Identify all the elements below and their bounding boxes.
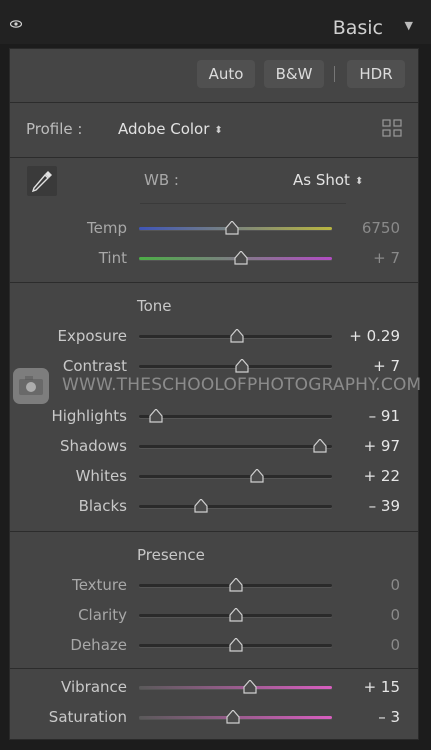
wb-underline <box>140 203 346 204</box>
wb-dropdown[interactable]: As Shot ⬍ <box>293 171 363 189</box>
wb-label: WB : <box>144 171 179 189</box>
vibrance-slider-track[interactable] <box>139 686 332 689</box>
saturation-slider-thumb[interactable] <box>225 710 240 724</box>
whites-label: Whites <box>75 467 127 485</box>
texture-label: Texture <box>72 576 127 594</box>
white-balance-eyedropper-icon[interactable] <box>27 166 57 196</box>
watermark-overlay: WWW.THESCHOOLOFPHOTOGRAPHY.COM <box>12 367 422 407</box>
profile-dropdown[interactable]: Adobe Color ⬍ <box>118 120 223 138</box>
blacks-label: Blacks <box>78 497 127 515</box>
whites-value[interactable]: + 22 <box>364 467 400 485</box>
shadows-value[interactable]: + 97 <box>364 437 400 455</box>
temp-slider-thumb[interactable] <box>225 221 239 235</box>
panel-header[interactable]: Basic ▼ <box>0 0 431 44</box>
profile-browser-grid-icon[interactable] <box>382 119 402 137</box>
temp-value[interactable]: 6750 <box>362 219 400 237</box>
highlights-slider-thumb[interactable] <box>149 409 163 423</box>
tint-value[interactable]: + 7 <box>373 249 400 267</box>
texture-slider-thumb[interactable] <box>228 578 243 592</box>
button-divider <box>334 66 335 82</box>
blacks-slider-track[interactable] <box>139 505 332 508</box>
vibrance-slider-thumb[interactable] <box>243 680 257 694</box>
panel-title: Basic <box>332 17 383 39</box>
auto-button[interactable]: Auto <box>197 60 255 88</box>
blacks-value[interactable]: – 39 <box>369 497 400 515</box>
texture-value[interactable]: 0 <box>390 576 400 594</box>
black-and-white-button[interactable]: B&W <box>264 60 324 88</box>
shadows-slider-thumb[interactable] <box>313 439 328 453</box>
dehaze-value[interactable]: 0 <box>390 636 400 654</box>
exposure-value[interactable]: + 0.29 <box>349 327 400 345</box>
divider <box>10 668 418 669</box>
shadows-slider-track[interactable] <box>139 445 332 448</box>
clarity-slider-thumb[interactable] <box>228 608 243 622</box>
blacks-slider-thumb[interactable] <box>194 499 208 513</box>
whites-slider-thumb[interactable] <box>250 469 264 483</box>
clarity-value[interactable]: 0 <box>390 606 400 624</box>
divider <box>10 102 418 103</box>
dropdown-spinner-icon: ⬍ <box>214 125 223 136</box>
temp-label: Temp <box>87 219 127 237</box>
highlights-slider-track[interactable] <box>139 415 332 418</box>
profile-label: Profile : <box>26 120 83 138</box>
highlights-label: Highlights <box>51 407 127 425</box>
hdr-button[interactable]: HDR <box>347 60 405 88</box>
profile-value: Adobe Color <box>118 120 210 138</box>
shadows-label: Shadows <box>59 437 127 455</box>
exposure-label: Exposure <box>57 327 127 345</box>
watermark-text: WWW.THESCHOOLOFPHOTOGRAPHY.COM <box>62 375 422 395</box>
whites-slider-track[interactable] <box>139 475 332 478</box>
tint-slider-thumb[interactable] <box>234 251 248 265</box>
visibility-eye-icon[interactable] <box>10 20 22 28</box>
wb-value: As Shot <box>293 171 350 189</box>
collapse-triangle-icon[interactable]: ▼ <box>405 19 413 32</box>
divider <box>10 282 418 283</box>
divider <box>10 531 418 532</box>
saturation-label: Saturation <box>48 708 127 726</box>
divider <box>10 157 418 158</box>
tone-section-title: Tone <box>137 297 172 315</box>
exposure-slider-thumb[interactable] <box>230 329 245 343</box>
dehaze-label: Dehaze <box>70 636 127 654</box>
vibrance-label: Vibrance <box>61 678 127 696</box>
vibrance-value[interactable]: + 15 <box>364 678 400 696</box>
presence-section-title: Presence <box>137 546 205 564</box>
tint-label: Tint <box>98 249 127 267</box>
clarity-label: Clarity <box>78 606 127 624</box>
camera-logo-icon <box>13 368 49 404</box>
dehaze-slider-thumb[interactable] <box>228 638 243 652</box>
saturation-value[interactable]: – 3 <box>378 708 400 726</box>
dropdown-spinner-icon: ⬍ <box>354 176 364 187</box>
highlights-value[interactable]: – 91 <box>369 407 400 425</box>
